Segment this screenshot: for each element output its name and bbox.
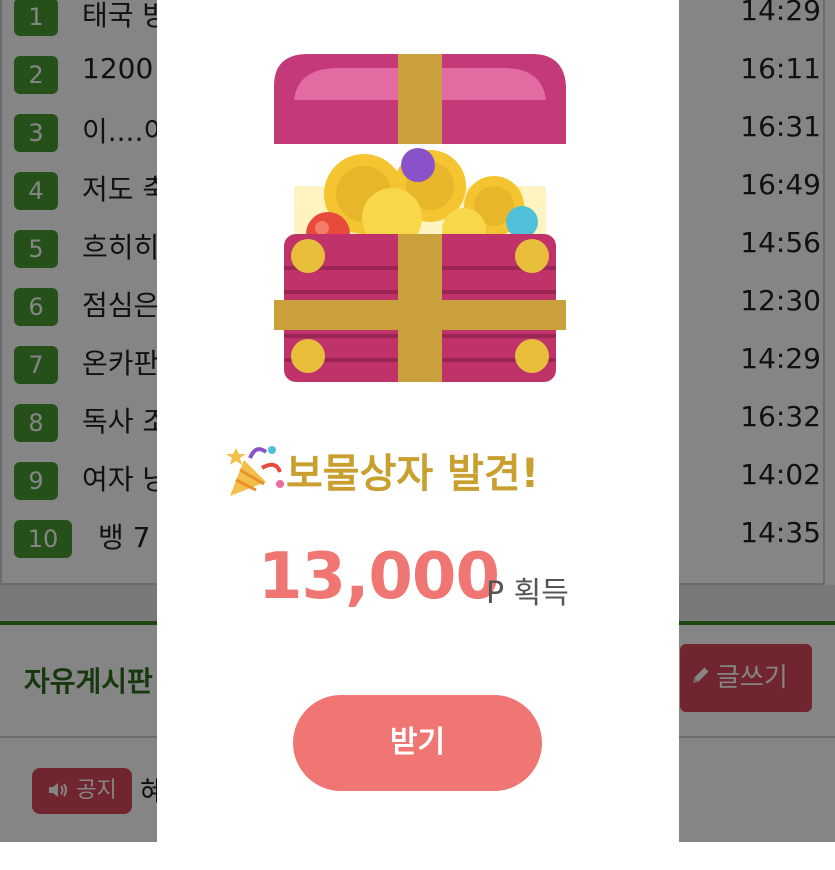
reward-unit: P 획득: [486, 576, 569, 611]
party-popper-icon: [226, 446, 284, 496]
modal-heading-text: 보물상자 발견!: [286, 451, 539, 497]
reward-amount: 13,000: [258, 540, 500, 614]
modal-heading: 보물상자 발견!: [226, 440, 626, 504]
treasure-chest-icon: [274, 54, 566, 382]
claim-button[interactable]: 받기: [293, 695, 542, 791]
